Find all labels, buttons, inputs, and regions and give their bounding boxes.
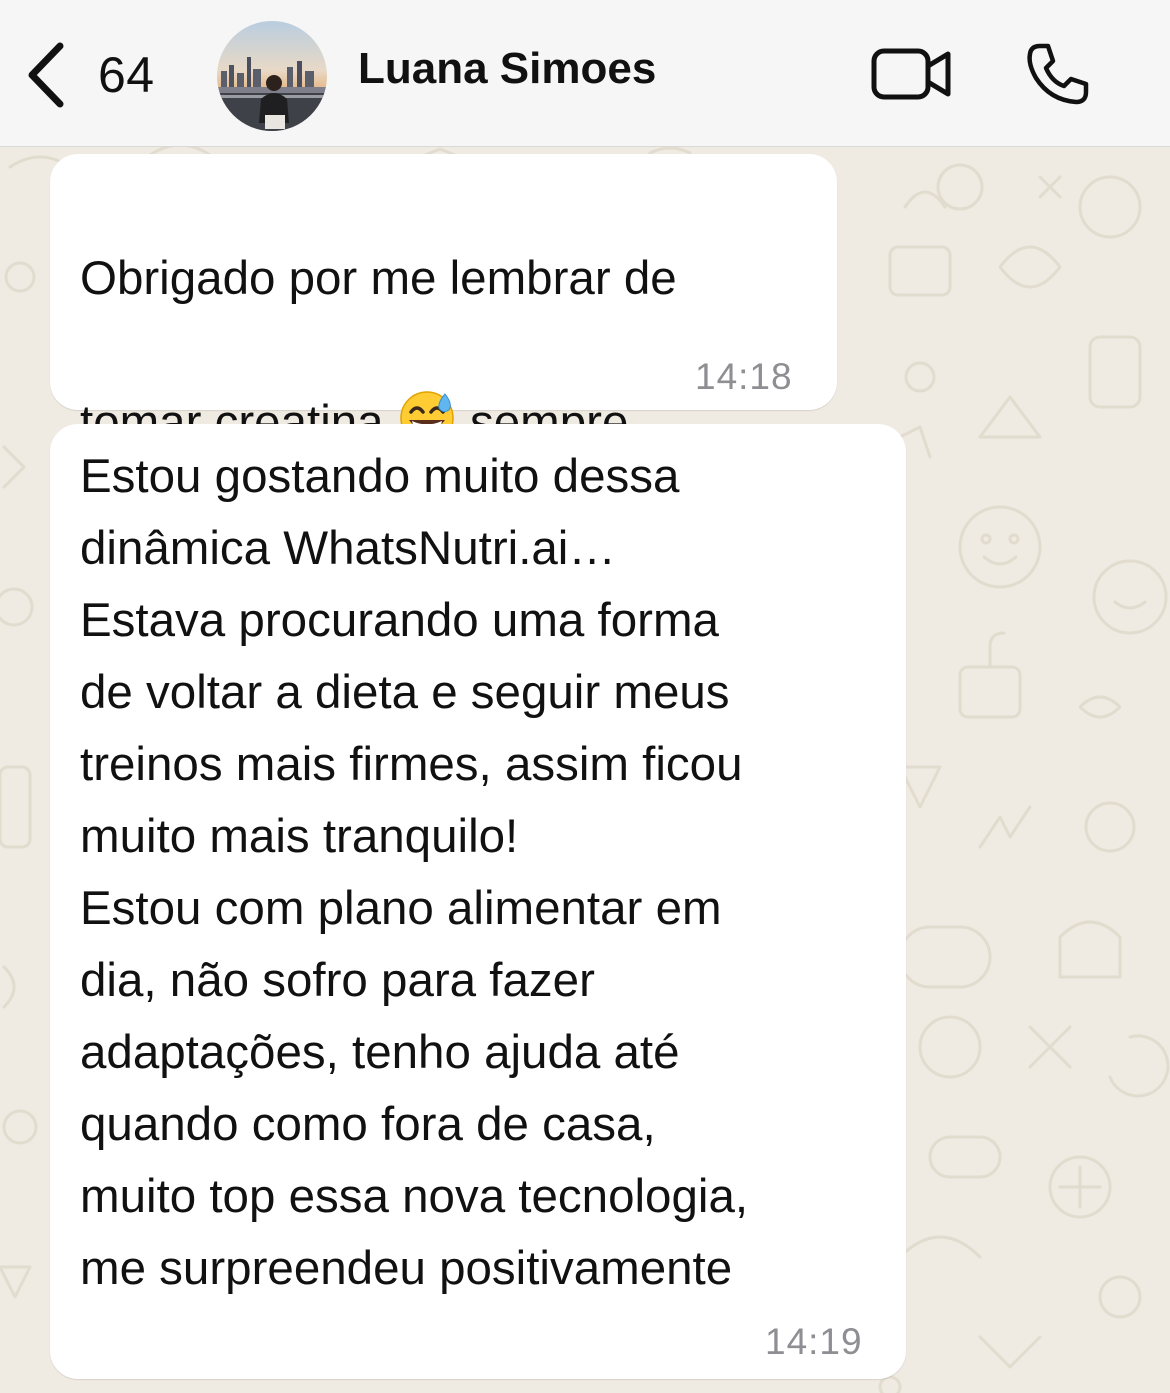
- contact-name[interactable]: Luana Simoes: [358, 44, 656, 94]
- back-button[interactable]: 64: [22, 38, 182, 112]
- chat-header: 64 Luana Simoes: [0, 0, 1170, 147]
- message-timestamp: 14:19: [765, 1321, 863, 1362]
- chevron-left-icon: [22, 40, 68, 110]
- message-text: Estou gostando muito dessa dinâmica What…: [80, 450, 749, 1295]
- message-bubble[interactable]: Obrigado por me lembrar de tomar creatin…: [50, 154, 837, 593]
- video-call-button[interactable]: [870, 42, 954, 106]
- message-timestamp: 14:18: [695, 356, 793, 397]
- chat-area[interactable]: Obrigado por me lembrar de tomar creatin…: [0, 147, 1170, 1393]
- phone-icon: [1022, 43, 1092, 114]
- voice-call-button[interactable]: [1022, 40, 1092, 110]
- message-bubble[interactable]: Estou gostando muito dessa dinâmica What…: [50, 424, 906, 1379]
- message-line: Obrigado por me lembrar de: [80, 252, 677, 305]
- avatar[interactable]: [217, 21, 327, 131]
- video-camera-icon: [870, 48, 954, 110]
- unread-count: 64: [98, 47, 155, 103]
